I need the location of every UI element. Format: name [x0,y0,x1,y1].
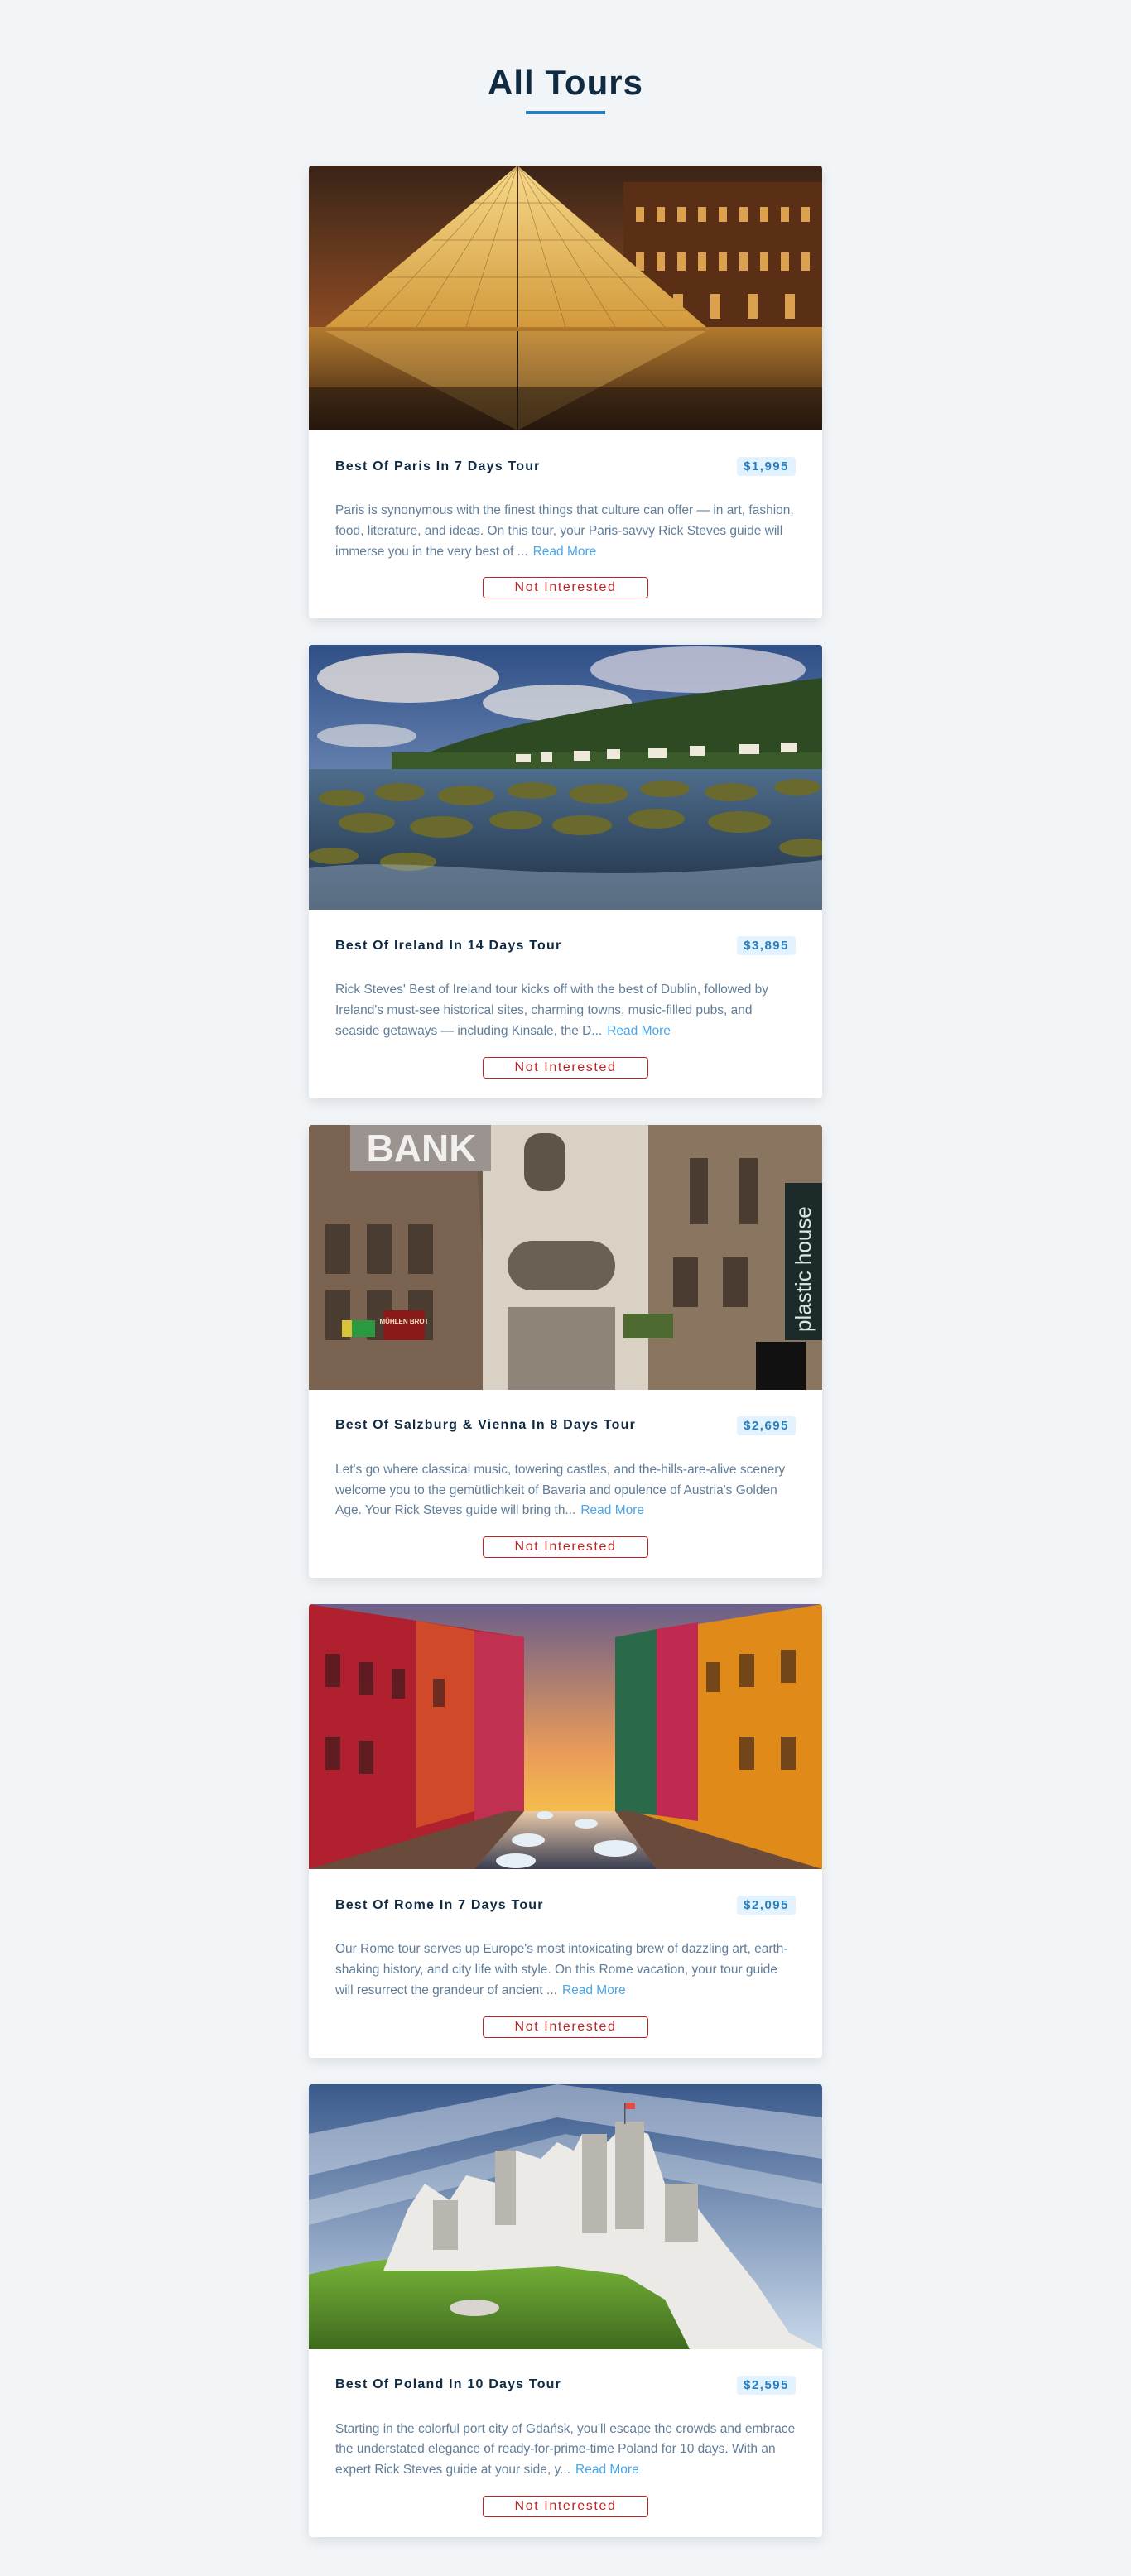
tour-info: Best Of Paris In 7 Days Tour $1,995 Pari… [309,430,822,618]
page-title: All Tours [488,63,643,102]
tour-price: $1,995 [737,457,796,476]
title-underline [526,111,605,114]
tour-description-text: Starting in the colorful port city of Gd… [335,2421,796,2477]
tour-description: Our Rome tour serves up Europe's most in… [335,1939,796,2001]
tours-list: Best Of Paris In 7 Days Tour $1,995 Pari… [309,166,822,2537]
read-more-button[interactable]: Read More [533,545,597,559]
tour-description: Let's go where classical music, towering… [335,1460,796,1521]
tour-description: Starting in the colorful port city of Gd… [335,2420,796,2481]
tour-description: Paris is synonymous with the finest thin… [335,501,796,562]
tour-price: $2,695 [737,1415,796,1435]
tour-image-paris [309,166,822,430]
tour-card: Best Of Poland In 10 Days Tour $2,595 St… [309,2083,822,2537]
title-block: All Tours [0,0,1131,114]
tour-price: $2,595 [737,2375,796,2395]
tour-price: $2,095 [737,1896,796,1915]
not-interested-button[interactable]: Not Interested [483,2495,648,2517]
read-more-button[interactable]: Read More [562,1983,626,1997]
muehlen-brot-sign: MÜHLEN BROT [379,1318,428,1325]
tour-header: Best Of Salzburg & Vienna In 8 Days Tour… [335,1415,796,1435]
tour-header: Best Of Paris In 7 Days Tour $1,995 [335,457,796,476]
tour-name: Best Of Paris In 7 Days Tour [335,459,541,473]
tour-name: Best Of Salzburg & Vienna In 8 Days Tour [335,1418,637,1433]
tour-price: $3,895 [737,936,796,956]
read-more-button[interactable]: Read More [580,1503,644,1517]
tour-header: Best Of Rome In 7 Days Tour $2,095 [335,1896,796,1915]
tour-name: Best Of Rome In 7 Days Tour [335,1897,544,1912]
tour-description-text: Rick Steves' Best of Ireland tour kicks … [335,983,769,1038]
read-more-button[interactable]: Read More [575,2463,639,2477]
read-more-button[interactable]: Read More [607,1024,671,1038]
tour-image-poland [309,2083,822,2349]
tour-header: Best Of Poland In 10 Days Tour $2,595 [335,2375,796,2395]
plastic-house-sign: plastic house [791,1206,816,1332]
tour-card: BANK plastic house MÜHLEN BROT Best Of S… [309,1124,822,1579]
tour-info: Best Of Salzburg & Vienna In 8 Days Tour… [309,1390,822,1578]
tour-name: Best Of Poland In 10 Days Tour [335,2377,562,2392]
button-wrap: Not Interested [335,1536,796,1559]
not-interested-button[interactable]: Not Interested [483,2016,648,2038]
button-wrap: Not Interested [335,2016,796,2038]
tour-description: Rick Steves' Best of Ireland tour kicks … [335,980,796,1041]
not-interested-button[interactable]: Not Interested [483,1056,648,1079]
tour-card: Best Of Ireland In 14 Days Tour $3,895 R… [309,645,822,1098]
tour-info: Best Of Poland In 10 Days Tour $2,595 St… [309,2349,822,2537]
button-wrap: Not Interested [335,2495,796,2517]
not-interested-button[interactable]: Not Interested [483,1536,648,1559]
button-wrap: Not Interested [335,1056,796,1079]
tour-card: Best Of Rome In 7 Days Tour $2,095 Our R… [309,1604,822,2058]
tour-description-text: Let's go where classical music, towering… [335,1462,786,1518]
tour-image-vienna: BANK plastic house MÜHLEN BROT [309,1124,822,1390]
tour-card: Best Of Paris In 7 Days Tour $1,995 Pari… [309,166,822,619]
bank-sign: BANK [367,1127,477,1170]
button-wrap: Not Interested [335,577,796,599]
tour-image-rome [309,1604,822,1870]
tour-name: Best Of Ireland In 14 Days Tour [335,938,562,953]
tour-info: Best Of Rome In 7 Days Tour $2,095 Our R… [309,1869,822,2057]
tour-header: Best Of Ireland In 14 Days Tour $3,895 [335,936,796,956]
tours-page: All Tours Best Of Paris In 7 Days Tour $… [0,0,1131,2576]
not-interested-button[interactable]: Not Interested [483,577,648,599]
tour-info: Best Of Ireland In 14 Days Tour $3,895 R… [309,910,822,1098]
tour-image-ireland [309,645,822,911]
